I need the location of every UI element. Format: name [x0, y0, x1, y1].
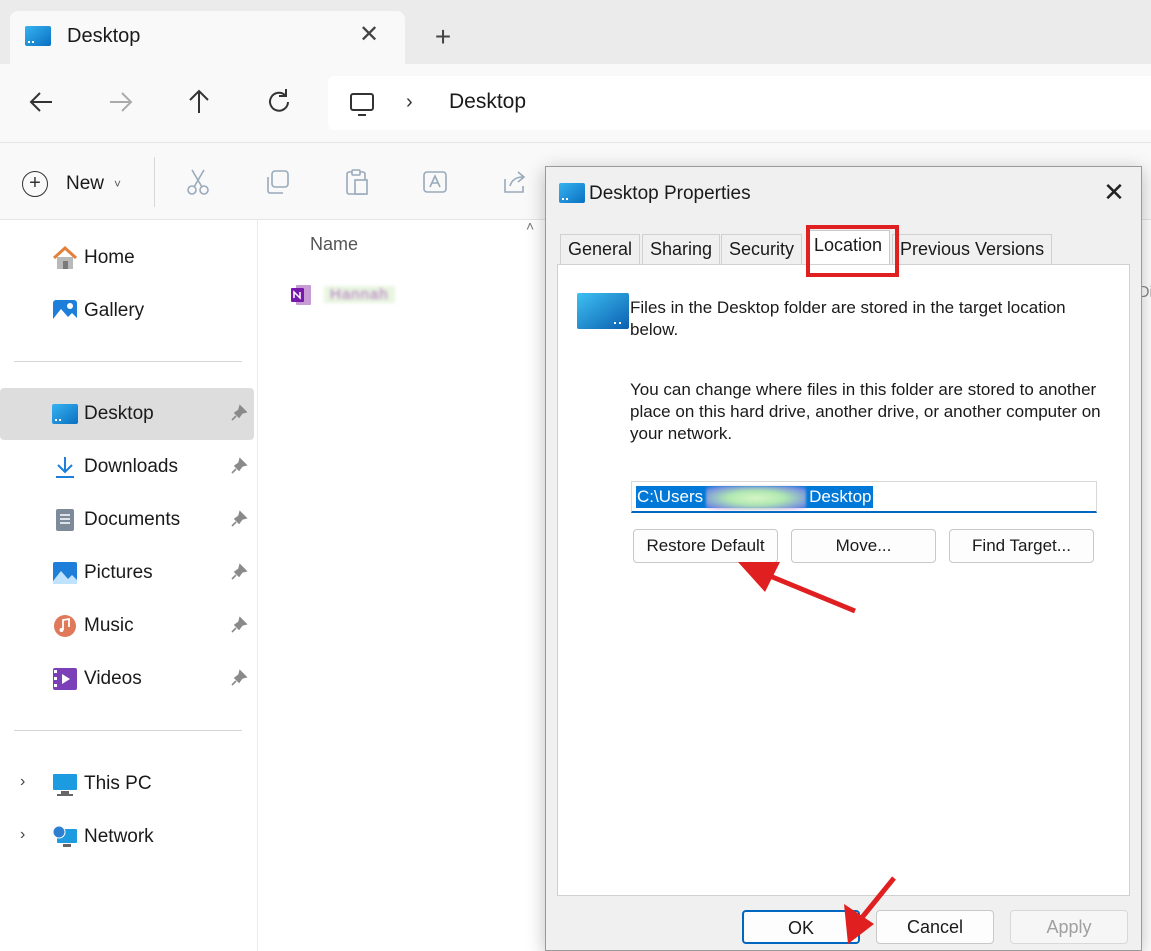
copy-icon[interactable]: [263, 167, 293, 197]
refresh-icon[interactable]: [259, 84, 299, 120]
sidebar-item-downloads[interactable]: Downloads: [0, 441, 254, 493]
tab-sharing[interactable]: Sharing: [642, 234, 721, 264]
tab-previous-versions[interactable]: Previous Versions: [892, 234, 1053, 264]
new-tab-button[interactable]: +: [428, 22, 458, 52]
rename-icon[interactable]: [421, 167, 451, 197]
divider: [14, 730, 242, 731]
desktop-folder-icon: [577, 293, 629, 329]
divider: [14, 361, 242, 362]
documents-icon: [56, 509, 74, 531]
sidebar-item-label: Gallery: [84, 300, 145, 321]
desktop-icon: [25, 26, 51, 46]
sidebar-item-label: Home: [84, 247, 135, 268]
navigation-bar: › Desktop: [0, 64, 1151, 142]
breadcrumb-desktop[interactable]: Desktop: [449, 90, 526, 114]
sidebar-item-label: Pictures: [84, 562, 153, 583]
chevron-right-icon[interactable]: ›: [20, 773, 25, 791]
sidebar-item-this-pc[interactable]: › This PC: [0, 758, 254, 810]
pin-icon[interactable]: [230, 510, 248, 528]
tab-security[interactable]: Security: [721, 234, 803, 264]
divider: [154, 157, 155, 207]
sidebar-item-label: This PC: [84, 773, 152, 794]
column-header-name[interactable]: Name: [310, 234, 358, 255]
annotation-arrow-icon: [738, 562, 856, 614]
sidebar-item-desktop[interactable]: Desktop: [0, 388, 254, 440]
target-path-input[interactable]: C:\Users Desktop: [631, 481, 1097, 513]
desktop-icon: [559, 183, 585, 203]
chevron-down-icon: ˅: [114, 177, 122, 191]
videos-icon: [53, 668, 77, 690]
sidebar-item-label: Music: [84, 615, 134, 636]
sort-caret-icon[interactable]: ˄: [526, 218, 534, 234]
plus-icon: +: [22, 171, 48, 197]
navigation-pane: Home Gallery Desktop Downloads Documents…: [0, 220, 258, 951]
paste-icon[interactable]: [342, 167, 372, 197]
tab-desktop[interactable]: Desktop ✕: [10, 11, 405, 64]
new-label: New: [66, 173, 105, 194]
forward-icon[interactable]: [100, 84, 140, 120]
title-bar: Desktop ✕ +: [0, 0, 1151, 64]
dialog-title: Desktop Properties: [589, 183, 751, 204]
sidebar-item-label: Documents: [84, 509, 181, 530]
annotation-arrow-icon: [844, 876, 896, 944]
onenote-icon: [291, 285, 311, 305]
chevron-right-icon[interactable]: ›: [20, 826, 25, 844]
pin-icon[interactable]: [230, 616, 248, 634]
apply-button: Apply: [1010, 910, 1128, 944]
share-icon[interactable]: [500, 167, 530, 197]
pin-icon[interactable]: [230, 563, 248, 581]
find-target-button[interactable]: Find Target...: [949, 529, 1094, 563]
gallery-icon: [53, 300, 77, 322]
sidebar-item-network[interactable]: › Network: [0, 811, 254, 863]
path-prefix: C:\Users: [637, 487, 704, 506]
close-tab-icon[interactable]: ✕: [356, 22, 382, 48]
sidebar-item-gallery[interactable]: Gallery: [0, 285, 254, 337]
downloads-icon: [56, 457, 74, 478]
sidebar-item-documents[interactable]: Documents: [0, 494, 254, 546]
back-icon[interactable]: [22, 84, 62, 120]
tab-title: Desktop: [67, 25, 141, 47]
up-icon[interactable]: [179, 84, 219, 120]
chevron-right-icon[interactable]: ›: [406, 91, 413, 114]
new-button[interactable]: + New ˅: [22, 167, 121, 201]
path-suffix: Desktop: [809, 487, 872, 506]
file-name: Hannah: [324, 286, 395, 303]
cut-icon[interactable]: [183, 167, 213, 197]
sidebar-item-label: Desktop: [84, 403, 154, 424]
annotation-highlight-box: [806, 225, 899, 277]
monitor-icon: [350, 93, 374, 116]
sidebar-item-label: Videos: [84, 668, 142, 689]
sidebar-item-music[interactable]: Music: [0, 600, 254, 652]
desktop-icon: [52, 404, 78, 424]
sidebar-item-pictures[interactable]: Pictures: [0, 547, 254, 599]
sidebar-item-home[interactable]: Home: [0, 232, 254, 284]
help-text: You can change where files in this folde…: [630, 380, 1101, 443]
tab-general[interactable]: General: [560, 234, 641, 264]
this-pc-icon: [53, 774, 77, 796]
info-text: Files in the Desktop folder are stored i…: [630, 298, 1066, 339]
close-icon[interactable]: ✕: [1100, 178, 1128, 206]
address-bar[interactable]: › Desktop: [328, 76, 1151, 130]
sidebar-item-label: Network: [84, 826, 154, 847]
redacted-username: [706, 486, 806, 510]
pin-icon[interactable]: [230, 457, 248, 475]
pin-icon[interactable]: [230, 404, 248, 422]
pin-icon[interactable]: [230, 669, 248, 687]
network-icon: [52, 825, 77, 847]
sidebar-item-label: Downloads: [84, 456, 178, 477]
list-item[interactable]: Hannah: [290, 282, 430, 312]
home-icon: [52, 246, 78, 269]
music-icon: [54, 615, 76, 637]
sidebar-item-videos[interactable]: Videos: [0, 653, 254, 705]
pictures-icon: [53, 562, 77, 584]
